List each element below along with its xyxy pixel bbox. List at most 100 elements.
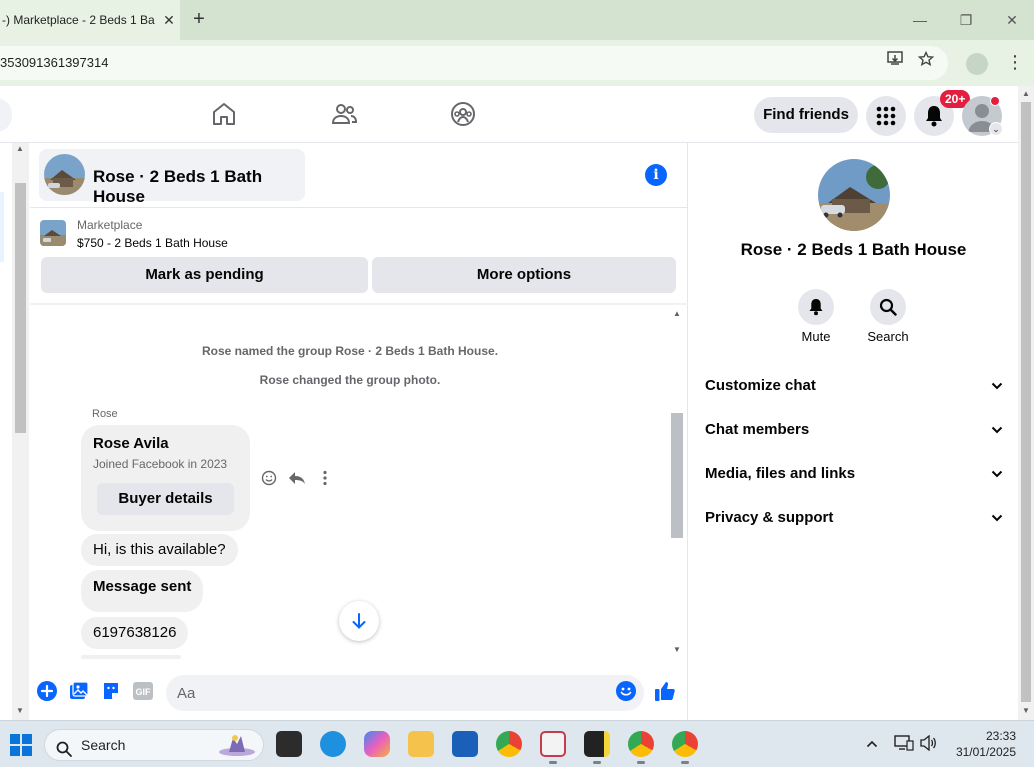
plus-icon[interactable]	[36, 680, 58, 702]
system-clock[interactable]: 23:33 31/01/2025	[944, 728, 1016, 760]
groups-icon[interactable]	[449, 100, 477, 128]
address-bar[interactable]: 353091361397314	[0, 46, 948, 80]
chat-title: Rose · 2 Beds 1 Bath House	[93, 167, 263, 206]
chat-column: Rose · 2 Beds 1 Bath House i Marketplace…	[30, 143, 688, 720]
sticky-notes-icon[interactable]	[584, 731, 610, 757]
chevron-down-icon	[991, 377, 1003, 394]
page-scrollbar[interactable]: ▲ ▼	[1018, 86, 1034, 720]
system-message: Rose changed the group photo.	[259, 373, 441, 387]
sticker-icon[interactable]	[100, 680, 122, 702]
reply-icon[interactable]	[287, 468, 307, 488]
edge-icon[interactable]	[320, 731, 346, 757]
search-label: Search	[867, 329, 909, 344]
message-bubble[interactable]: Message sent	[81, 570, 204, 612]
left-scrollbar[interactable]: ▲ ▼	[12, 143, 29, 720]
gif-icon[interactable]: GIF	[132, 680, 154, 702]
new-tab-icon[interactable]: +	[188, 8, 210, 30]
taskbar-search[interactable]: Search	[44, 729, 264, 761]
clock-date: 31/01/2025	[955, 745, 1016, 759]
bookmark-star-icon[interactable]	[917, 46, 935, 80]
messages-scrollbar-thumb[interactable]	[671, 413, 683, 538]
windows-start-icon[interactable]	[10, 734, 32, 761]
chrome-profile-icon[interactable]	[628, 731, 654, 757]
volume-icon[interactable]	[919, 734, 937, 754]
section-label: Media, files and links	[705, 464, 856, 482]
group-photo[interactable]	[818, 159, 890, 231]
find-friends-button[interactable]: Find friends	[754, 97, 858, 133]
minimize-button[interactable]: —	[897, 0, 943, 40]
scroll-down-arrow-icon[interactable]: ▼	[16, 706, 24, 715]
install-app-icon[interactable]	[886, 46, 904, 80]
buyer-name: Rose Avila	[93, 435, 169, 452]
network-icon[interactable]	[894, 735, 914, 754]
chevron-up-icon[interactable]	[866, 735, 878, 751]
browser-tab-strip: -) Marketplace - 2 Beds 1 Ba ✕ + — ❐ ✕	[0, 0, 1034, 40]
chat-header-button[interactable]: Rose · 2 Beds 1 Bath House	[39, 149, 305, 206]
fb-search-stub[interactable]	[0, 98, 12, 132]
close-tab-icon[interactable]: ✕	[158, 12, 180, 29]
emoji-icon[interactable]	[615, 680, 637, 702]
app-running-indicator	[549, 761, 557, 764]
message-bubble[interactable]: Hi, is this available?	[81, 534, 238, 566]
scroll-up-arrow-icon[interactable]: ▲	[16, 144, 24, 153]
buyer-joined: Joined Facebook in 2023	[93, 457, 228, 471]
home-icon[interactable]	[210, 100, 238, 128]
listing-price-title[interactable]: $750 - 2 Beds 1 Bath House	[77, 236, 228, 250]
browser-tab[interactable]: -) Marketplace - 2 Beds 1 Ba ✕	[0, 0, 180, 40]
mark-as-pending-button[interactable]: Mark as pending	[41, 257, 368, 293]
photo-icon[interactable]	[68, 680, 90, 702]
app-running-indicator	[593, 761, 601, 764]
left-scrollbar-thumb[interactable]	[15, 183, 26, 433]
search-highlight-icon	[215, 732, 259, 767]
system-message: Rose named the group Rose · 2 Beds 1 Bat…	[201, 344, 499, 358]
menu-grid-icon[interactable]	[866, 96, 906, 136]
section-label: Customize chat	[705, 376, 816, 394]
mute-label: Mute	[801, 329, 831, 344]
react-emoji-icon[interactable]	[259, 468, 279, 488]
sender-name: Rose	[92, 408, 118, 420]
facebook-header: Find friends 20+ ⌄	[0, 86, 1018, 143]
page-scrollbar-thumb[interactable]	[1021, 102, 1031, 702]
info-icon[interactable]: i	[645, 164, 667, 186]
mute-button[interactable]	[798, 289, 834, 325]
scroll-down-arrow-icon[interactable]: ▼	[1022, 706, 1030, 715]
chat-details-panel: Rose · 2 Beds 1 Bath House Mute Search C…	[689, 143, 1018, 720]
task-view-icon[interactable]	[276, 731, 302, 757]
snipping-tool-icon[interactable]	[540, 731, 566, 757]
friends-icon[interactable]	[330, 100, 358, 128]
store-icon[interactable]	[452, 731, 478, 757]
section-chat-members[interactable]: Chat members	[705, 409, 1003, 449]
extension-icon[interactable]	[966, 53, 988, 75]
section-customize-chat[interactable]: Customize chat	[705, 365, 1003, 405]
message-bubble[interactable]: 6197638126	[81, 617, 189, 649]
scroll-down-arrow-icon[interactable]: ▼	[673, 645, 681, 654]
message-input[interactable]	[166, 675, 644, 711]
section-media-files-links[interactable]: Media, files and links	[705, 453, 1003, 493]
search-button[interactable]	[870, 289, 906, 325]
close-window-button[interactable]: ✕	[989, 0, 1034, 40]
clock-time: 23:33	[985, 729, 1016, 743]
scroll-up-arrow-icon[interactable]: ▲	[1022, 89, 1030, 98]
buyer-profile-card: Rose Avila Joined Facebook in 2023 Buyer…	[81, 425, 250, 531]
app-running-indicator	[681, 761, 689, 764]
more-options-button[interactable]: More options	[372, 257, 676, 293]
listing-thumbnail[interactable]	[40, 220, 66, 246]
file-explorer-icon[interactable]	[408, 731, 434, 757]
more-actions-icon[interactable]	[315, 468, 335, 488]
buyer-details-button[interactable]: Buyer details	[97, 483, 234, 515]
chrome-profile-icon[interactable]	[672, 731, 698, 757]
svg-text:GIF: GIF	[136, 687, 152, 697]
messages-scrollbar[interactable]: ▲ ▼	[670, 305, 688, 657]
copilot-icon[interactable]	[364, 731, 390, 757]
taskbar-search-label: Search	[81, 737, 126, 753]
chrome-icon[interactable]	[496, 731, 522, 757]
section-privacy-support[interactable]: Privacy & support	[705, 497, 1003, 537]
browser-menu-icon[interactable]: ⋮	[1006, 52, 1024, 73]
thumbs-up-icon[interactable]	[654, 680, 676, 702]
scroll-to-bottom-button[interactable]	[339, 601, 379, 641]
app-running-indicator	[637, 761, 645, 764]
scroll-up-arrow-icon[interactable]: ▲	[673, 309, 681, 318]
chevron-down-icon[interactable]: ⌄	[989, 122, 1003, 136]
maximize-button[interactable]: ❐	[943, 0, 989, 40]
search-icon	[56, 737, 72, 767]
